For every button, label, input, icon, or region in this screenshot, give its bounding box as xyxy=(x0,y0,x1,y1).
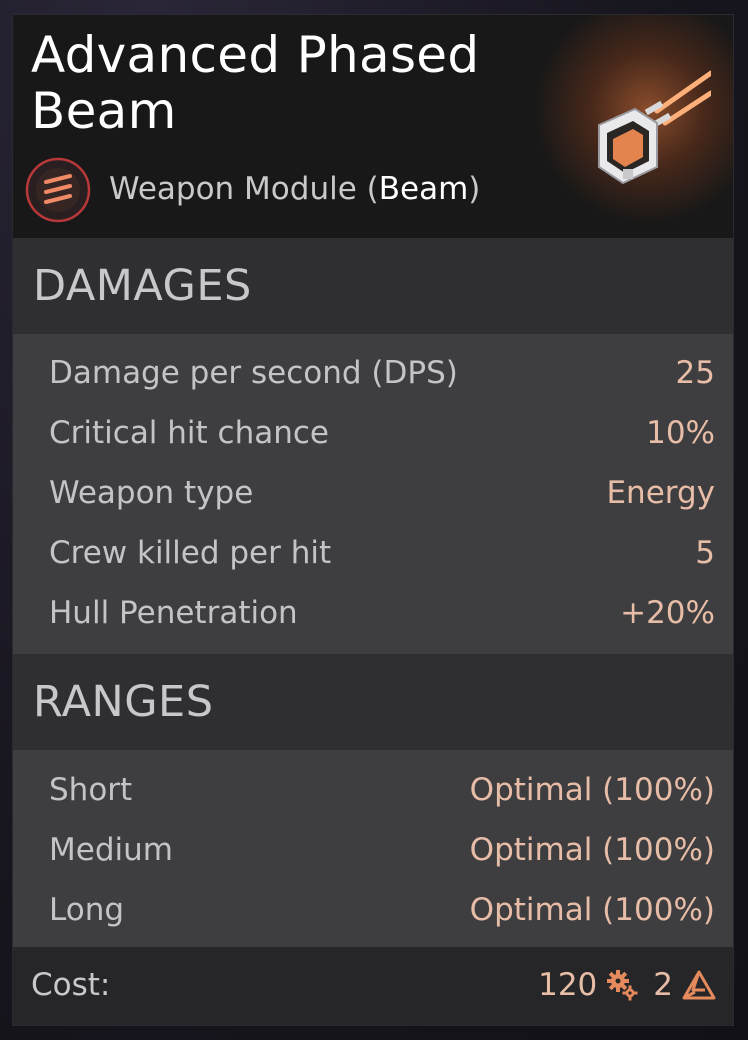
subtitle-suffix: ) xyxy=(468,171,481,207)
range-value: Optimal (100%) xyxy=(469,772,715,808)
stat-row-critical-hit-chance: Critical hit chance 10% xyxy=(13,404,733,464)
stat-value: 25 xyxy=(675,355,715,391)
beam-type-icon xyxy=(25,157,91,223)
item-title: Advanced Phased Beam xyxy=(31,26,480,140)
range-label: Medium xyxy=(49,832,173,868)
stat-label: Weapon type xyxy=(49,475,254,511)
stat-label: Critical hit chance xyxy=(49,415,329,451)
stat-row-dps: Damage per second (DPS) 25 xyxy=(13,344,733,404)
item-tooltip-card: Advanced Phased Beam Weapon Module (Beam… xyxy=(13,15,733,1025)
subtitle-prefix: Weapon Module ( xyxy=(109,171,379,207)
triangle-resource-icon xyxy=(682,970,716,1000)
stat-row-hull-penetration: Hull Penetration +20% xyxy=(13,584,733,644)
stat-row-weapon-type: Weapon type Energy xyxy=(13,464,733,524)
parts-cost-amount: 120 xyxy=(538,967,598,1003)
stat-label: Crew killed per hit xyxy=(49,535,332,571)
range-label: Short xyxy=(49,772,133,808)
subtitle-type: Beam xyxy=(378,171,469,207)
stat-value: 5 xyxy=(695,535,715,571)
damages-stats-list: Damage per second (DPS) 25 Critical hit … xyxy=(13,334,733,654)
ranges-section-header: RANGES xyxy=(13,654,733,750)
item-subtitle: Weapon Module (Beam) xyxy=(109,169,480,209)
range-label: Long xyxy=(49,892,125,928)
tooltip-backdrop: Advanced Phased Beam Weapon Module (Beam… xyxy=(0,0,748,1040)
stat-label: Hull Penetration xyxy=(49,595,298,631)
cost-values: 120 2 xyxy=(538,964,717,1006)
ranges-stats-list: Short Optimal (100%) Medium Optimal (100… xyxy=(13,750,733,947)
range-row-short: Short Optimal (100%) xyxy=(13,761,733,821)
beam-weapon-module-icon xyxy=(598,70,711,185)
tooltip-header: Advanced Phased Beam Weapon Module (Beam… xyxy=(13,15,733,238)
range-row-medium: Medium Optimal (100%) xyxy=(13,821,733,881)
range-row-long: Long Optimal (100%) xyxy=(13,881,733,941)
range-value: Optimal (100%) xyxy=(469,832,715,868)
gears-icon xyxy=(607,970,638,1001)
stat-row-crew-killed: Crew killed per hit 5 xyxy=(13,524,733,584)
cost-footer: Cost: 120 2 xyxy=(13,947,733,1025)
range-value: Optimal (100%) xyxy=(469,892,715,928)
stat-label: Damage per second (DPS) xyxy=(49,355,458,391)
special-cost-amount: 2 xyxy=(653,967,673,1003)
stat-value: Energy xyxy=(606,475,715,511)
stat-value: 10% xyxy=(646,415,715,451)
cost-label: Cost: xyxy=(31,967,111,1003)
ranges-section-title: RANGES xyxy=(33,677,214,727)
damages-section-title: DAMAGES xyxy=(33,261,252,311)
damages-section-header: DAMAGES xyxy=(13,238,733,334)
stat-value: +20% xyxy=(620,595,715,631)
